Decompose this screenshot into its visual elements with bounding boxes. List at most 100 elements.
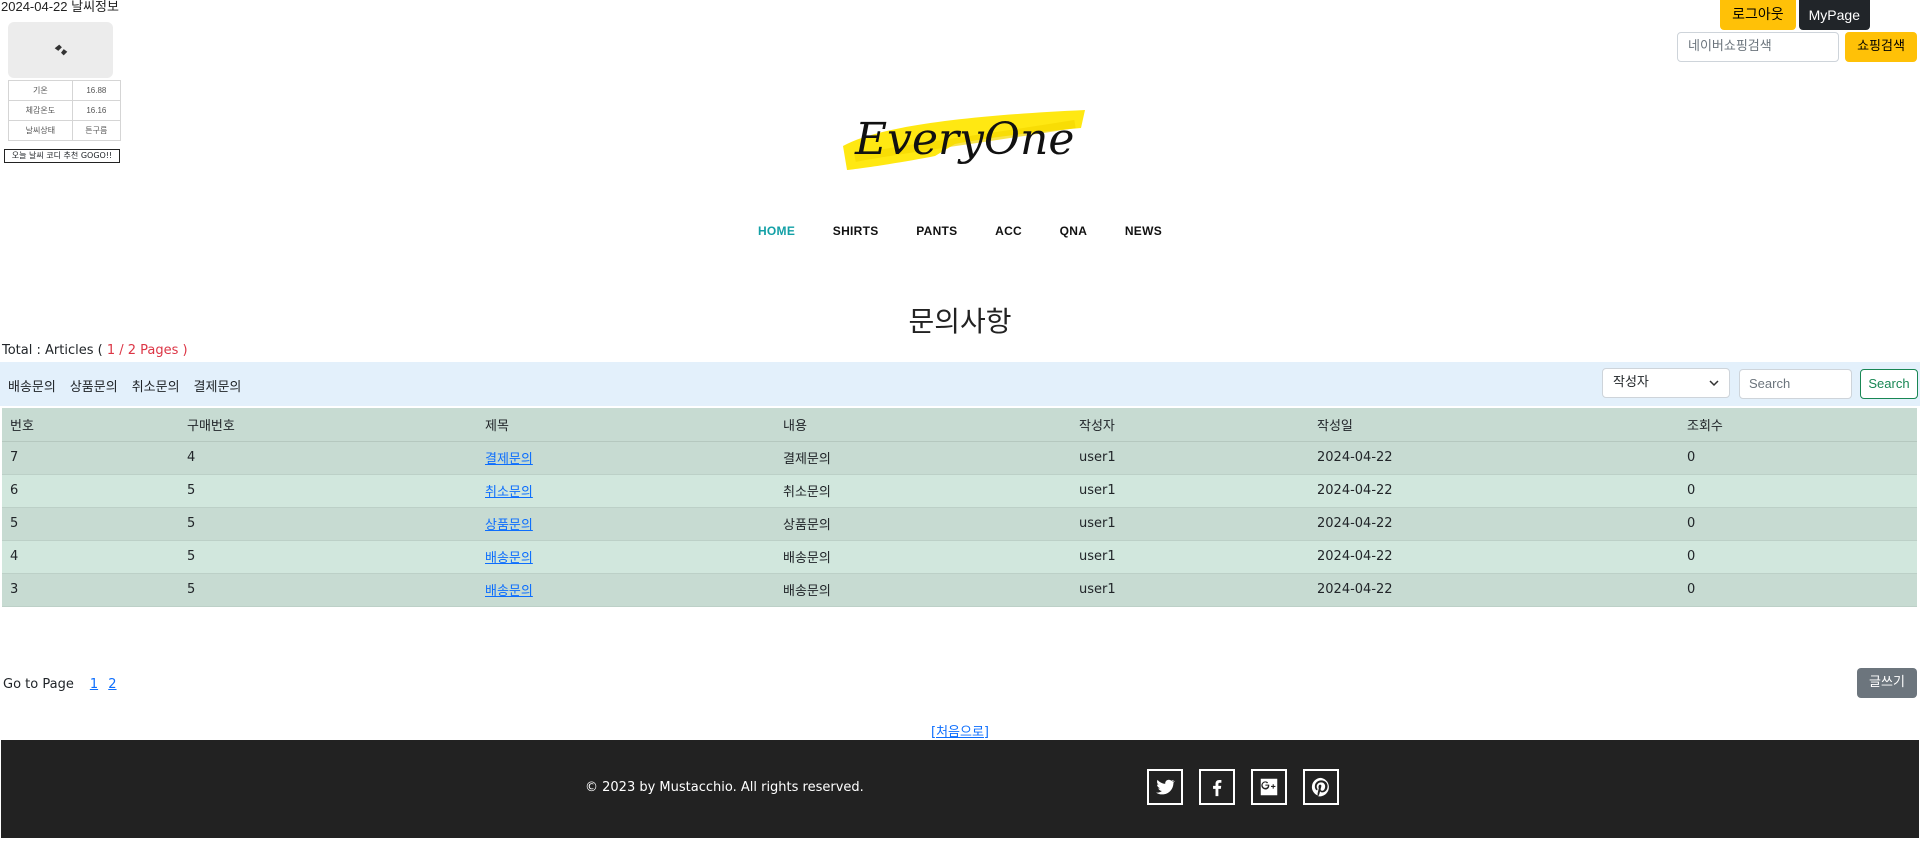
table-row: 3 5 배송문의 배송문의 user1 2024-04-22 0: [2, 573, 1917, 607]
weather-heading: 2024-04-22 날씨정보: [1, 0, 126, 14]
cell-title: 배송문의: [477, 540, 775, 574]
page-title: 문의사항: [908, 305, 1012, 338]
cell-order-no: 5: [179, 474, 477, 508]
copyright-text: © 2023 by Mustacchio. All rights reserve…: [585, 780, 864, 795]
broken-image-icon: [54, 44, 67, 56]
nav-news[interactable]: NEWS: [1125, 224, 1162, 238]
site-logo[interactable]: EveryOne: [835, 98, 1090, 174]
cell-writer: user1: [1071, 507, 1309, 541]
main-nav: HOME SHIRTS PANTS ACC QNA NEWS: [0, 223, 1920, 238]
nav-qna[interactable]: QNA: [1060, 224, 1088, 238]
cell-date: 2024-04-22: [1309, 474, 1679, 508]
table-row: 4 5 배송문의 배송문의 user1 2024-04-22 0: [2, 540, 1917, 574]
cell-order-no: 5: [179, 507, 477, 541]
cell-content: 취소문의: [775, 474, 1071, 508]
facebook-link[interactable]: [1199, 769, 1235, 805]
weather-label: 기온: [8, 80, 73, 101]
filter-bar: 배송문의 상품문의 취소문의 결제문의 작성자 Search Search: [0, 362, 1920, 406]
pagination-links: 1 2: [84, 677, 117, 692]
total-suffix: ): [182, 343, 188, 358]
total-prefix: Total : Articles (: [2, 343, 103, 358]
home-link-row: [처음으로]: [0, 721, 1920, 740]
page-link-1[interactable]: 1: [90, 677, 98, 692]
cell-order-no: 4: [179, 441, 477, 475]
weather-outfit-button[interactable]: 오늘 날씨 코디 추천 GOGO!!: [4, 149, 120, 163]
header-order-no: 구매번호: [179, 408, 477, 442]
weather-value: 16.88: [71, 80, 122, 101]
category-links: 배송문의 상품문의 취소문의 결제문의: [8, 376, 241, 395]
table-row: 6 5 취소문의 취소문의 user1 2024-04-22 0: [2, 474, 1917, 508]
weather-title: 날씨정보: [71, 0, 119, 14]
cell-views: 0: [1679, 474, 1917, 508]
search-type-value: 작성자: [1613, 375, 1649, 390]
cell-title: 상품문의: [477, 507, 775, 541]
search-type-select[interactable]: 작성자: [1602, 368, 1730, 398]
weather-value: 튼구름: [71, 120, 122, 141]
cell-content: 배송문의: [775, 573, 1071, 607]
weather-widget: 2024-04-22 날씨정보: [1, 0, 126, 14]
facebook-icon: [1213, 779, 1222, 797]
cell-title: 배송문의: [477, 573, 775, 607]
header-date: 작성일: [1309, 408, 1679, 442]
category-shipping[interactable]: 배송문의: [8, 376, 56, 395]
post-title-link[interactable]: 배송문의: [485, 551, 533, 566]
board-search-input[interactable]: Search: [1739, 369, 1852, 399]
cell-views: 0: [1679, 507, 1917, 541]
category-payment[interactable]: 결제문의: [194, 376, 242, 395]
total-pages: 1 / 2 Pages: [102, 343, 183, 358]
post-title-link[interactable]: 취소문의: [485, 485, 533, 500]
cell-date: 2024-04-22: [1309, 441, 1679, 475]
twitter-link[interactable]: [1147, 769, 1183, 805]
cell-no: 7: [2, 441, 179, 475]
post-title-link[interactable]: 결제문의: [485, 452, 533, 467]
table-row: 5 5 상품문의 상품문의 user1 2024-04-22 0: [2, 507, 1917, 541]
nav-shirts[interactable]: SHIRTS: [833, 224, 879, 238]
home-link[interactable]: [처음으로]: [931, 725, 989, 740]
cell-views: 0: [1679, 540, 1917, 574]
weather-label: 체감온도: [8, 100, 73, 121]
cell-content: 상품문의: [775, 507, 1071, 541]
pagination-label: Go to Page: [3, 677, 74, 692]
cell-writer: user1: [1071, 573, 1309, 607]
google-plus-link[interactable]: [1251, 769, 1287, 805]
post-title-link[interactable]: 배송문의: [485, 584, 533, 599]
cell-date: 2024-04-22: [1309, 507, 1679, 541]
header-no: 번호: [2, 408, 179, 442]
header-content: 내용: [775, 408, 1071, 442]
twitter-icon: [1156, 779, 1176, 795]
cell-title: 결제문의: [477, 441, 775, 475]
category-cancel[interactable]: 취소문의: [132, 376, 180, 395]
logout-button[interactable]: 로그아웃: [1720, 0, 1796, 30]
board-search-button[interactable]: Search: [1860, 369, 1918, 399]
nav-pants[interactable]: PANTS: [916, 224, 957, 238]
mypage-button[interactable]: MyPage: [1798, 0, 1870, 30]
nav-home[interactable]: HOME: [758, 224, 795, 238]
shopping-search-button[interactable]: 쇼핑검색: [1845, 32, 1917, 62]
weather-value: 16.16: [71, 100, 122, 121]
cell-date: 2024-04-22: [1309, 573, 1679, 607]
write-button[interactable]: 글쓰기: [1857, 668, 1917, 698]
cell-content: 배송문의: [775, 540, 1071, 574]
chevron-down-icon: [1709, 380, 1719, 387]
nav-acc[interactable]: ACC: [995, 224, 1022, 238]
cell-title: 취소문의: [477, 474, 775, 508]
pinterest-icon: [1311, 777, 1329, 797]
cell-no: 5: [2, 507, 179, 541]
post-title-link[interactable]: 상품문의: [485, 518, 533, 533]
social-links: [1147, 769, 1339, 805]
footer: © 2023 by Mustacchio. All rights reserve…: [1, 740, 1919, 838]
article-total: Total : Articles ( 1 / 2 Pages ): [2, 343, 188, 358]
category-product[interactable]: 상품문의: [70, 376, 118, 395]
cell-writer: user1: [1071, 540, 1309, 574]
weather-icon: [8, 22, 113, 78]
pagination: Go to Page 1 2: [3, 677, 117, 692]
everyone-logo: EveryOne: [843, 110, 1085, 170]
cell-date: 2024-04-22: [1309, 540, 1679, 574]
header-views: 조회수: [1679, 408, 1917, 442]
header-writer: 작성자: [1071, 408, 1309, 442]
page-link-2[interactable]: 2: [108, 677, 116, 692]
qna-table: 번호 구매번호 제목 내용 작성자 작성일 조회수 7 4 결제문의 결제문의 …: [2, 408, 1917, 607]
shopping-search-input[interactable]: 네이버쇼핑검색: [1677, 32, 1839, 62]
pinterest-link[interactable]: [1303, 769, 1339, 805]
weather-label: 날씨상태: [8, 120, 73, 141]
